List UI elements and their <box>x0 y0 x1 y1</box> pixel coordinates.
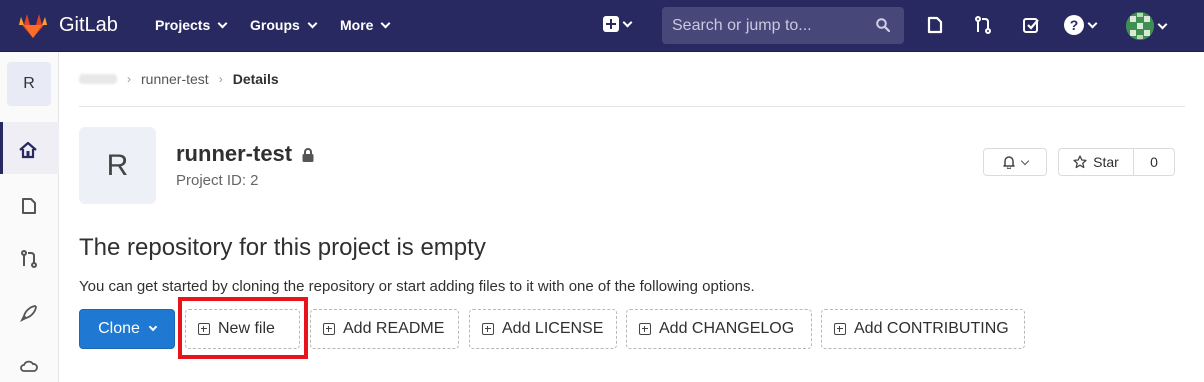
add-readme-button[interactable]: Add README <box>310 309 459 349</box>
help-dropdown[interactable]: ? <box>1064 15 1098 35</box>
project-title: runner-test <box>176 141 314 167</box>
chevron-down-icon <box>217 18 228 28</box>
search-input[interactable]: Search or jump to... <box>662 7 904 44</box>
star-count[interactable]: 0 <box>1134 148 1175 176</box>
divider <box>79 106 1185 107</box>
merge-request-icon[interactable] <box>19 249 39 269</box>
clone-label: Clone <box>98 320 140 337</box>
bell-icon <box>1003 156 1015 169</box>
breadcrumb-namespace-redacted[interactable] <box>79 74 117 84</box>
chevron-right-icon: › <box>127 72 131 86</box>
brand-name[interactable]: GitLab <box>59 14 118 37</box>
add-license-label: Add LICENSE <box>502 320 604 337</box>
clone-button[interactable]: Clone <box>79 309 175 349</box>
add-contributing-button[interactable]: Add CONTRIBUTING <box>821 309 1025 349</box>
star-button-group: Star 0 <box>1058 148 1175 176</box>
sidebar-project-avatar[interactable]: R <box>7 62 51 106</box>
nav-more[interactable]: More <box>340 17 391 33</box>
add-readme-label: Add README <box>343 320 445 337</box>
chevron-down-icon <box>1087 18 1098 28</box>
add-contributing-label: Add CONTRIBUTING <box>854 320 1009 337</box>
plus-square-icon <box>834 323 846 335</box>
breadcrumb-current[interactable]: Details <box>233 71 279 87</box>
add-changelog-button[interactable]: Add CHANGELOG <box>626 309 812 349</box>
nav-more-label: More <box>340 17 374 33</box>
annotation-highlight-box <box>178 297 308 359</box>
nav-groups[interactable]: Groups <box>250 17 318 33</box>
new-dropdown-button[interactable] <box>603 16 633 32</box>
plus-square-icon <box>482 323 494 335</box>
chevron-down-icon <box>307 18 318 28</box>
chevron-right-icon: › <box>218 72 223 86</box>
nav-projects-label: Projects <box>155 17 211 33</box>
chevron-down-icon <box>148 322 158 332</box>
chevron-down-icon <box>1157 19 1168 29</box>
issues-icon[interactable] <box>19 196 39 216</box>
empty-repo-title: The repository for this project is empty <box>79 234 486 261</box>
cloud-icon[interactable] <box>19 356 39 376</box>
breadcrumb: › runner-test › Details <box>79 71 279 87</box>
todo-check-icon[interactable] <box>1021 15 1041 35</box>
chevron-down-icon <box>381 18 391 28</box>
project-id: Project ID: 2 <box>176 172 259 189</box>
gitlab-logo[interactable] <box>18 11 48 39</box>
rocket-icon[interactable] <box>19 303 39 323</box>
breadcrumb-project[interactable]: runner-test <box>141 71 209 87</box>
star-icon <box>1073 155 1087 169</box>
merge-request-icon[interactable] <box>973 15 993 35</box>
chevron-down-icon <box>1020 156 1030 165</box>
help-icon: ? <box>1064 15 1084 35</box>
user-menu[interactable] <box>1126 12 1168 40</box>
nav-groups-label: Groups <box>250 17 300 33</box>
project-sidebar: R <box>0 52 59 382</box>
empty-repo-description: You can get started by cloning the repos… <box>79 278 755 295</box>
nav-projects[interactable]: Projects <box>155 17 228 33</box>
lock-icon <box>302 148 314 162</box>
plus-square-icon <box>323 323 335 335</box>
project-name: runner-test <box>176 141 293 166</box>
star-button[interactable]: Star <box>1058 148 1134 176</box>
plus-square-icon <box>603 16 619 32</box>
plus-square-icon <box>639 323 651 335</box>
add-license-button[interactable]: Add LICENSE <box>469 309 617 349</box>
user-avatar <box>1126 12 1154 40</box>
top-navbar: GitLab Projects Groups More Search or ju… <box>0 0 1204 52</box>
search-icon <box>876 18 890 32</box>
chevron-down-icon <box>622 17 633 27</box>
add-changelog-label: Add CHANGELOG <box>659 320 795 337</box>
notification-settings-button[interactable] <box>983 148 1047 176</box>
search-placeholder: Search or jump to... <box>672 17 812 34</box>
home-icon[interactable] <box>18 140 38 160</box>
project-avatar: R <box>79 127 156 204</box>
issues-icon[interactable] <box>925 15 945 35</box>
star-label: Star <box>1093 154 1119 170</box>
